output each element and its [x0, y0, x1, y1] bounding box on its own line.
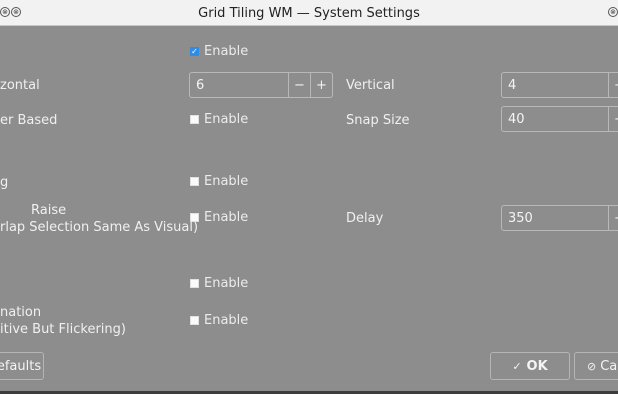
- raise-checkbox-row[interactable]: Enable: [190, 210, 248, 225]
- horizontal-label: zontal: [0, 78, 40, 93]
- enable-checkbox-label: Enable: [204, 44, 249, 59]
- animation-label: nation: [0, 305, 42, 320]
- snap-size-value[interactable]: 40: [502, 112, 608, 127]
- delay-spinbox[interactable]: 350 −: [501, 205, 618, 231]
- tiling-checkbox-label: Enable: [204, 174, 249, 189]
- vertical-value[interactable]: 4: [502, 78, 608, 93]
- tiling-checkbox[interactable]: [190, 177, 199, 186]
- option-checkbox-row[interactable]: Enable: [190, 276, 248, 291]
- ok-button-label: OK: [526, 358, 548, 374]
- ok-button[interactable]: ✓ OK: [490, 352, 570, 380]
- vertical-spinbox[interactable]: 4 −: [501, 72, 618, 98]
- defaults-button[interactable]: efaults: [0, 352, 44, 380]
- snap-size-label: Snap Size: [346, 113, 410, 128]
- raise-checkbox-label: Enable: [204, 210, 249, 225]
- cancel-icon: ⊘: [587, 359, 597, 373]
- border-based-checkbox[interactable]: [190, 115, 199, 124]
- animation-checkbox-row[interactable]: Enable: [190, 313, 248, 328]
- delay-decrement-button[interactable]: −: [608, 206, 618, 230]
- animation-sublabel: itive But Flickering): [0, 322, 126, 337]
- check-icon: ✓: [512, 359, 522, 373]
- border-based-label: er Based: [0, 113, 58, 128]
- defaults-button-label: efaults: [0, 358, 42, 374]
- raise-label: Raise: [31, 203, 67, 218]
- vertical-label: Vertical: [346, 78, 395, 93]
- cancel-button-label: Ca: [600, 358, 618, 374]
- animation-checkbox-label: Enable: [204, 313, 249, 328]
- settings-content: ✓ Enable zontal 6 − + Vertical 4 − er Ba…: [0, 26, 618, 394]
- settings-window: ⊗ ⊗ Grid Tiling WM — System Settings ⊗ ✓…: [0, 0, 618, 394]
- snap-size-spinbox[interactable]: 40 −: [501, 106, 618, 132]
- title-bar: ⊗ ⊗ Grid Tiling WM — System Settings ⊗: [0, 0, 618, 26]
- enable-checkbox-row[interactable]: ✓ Enable: [190, 44, 248, 59]
- window-close-icon[interactable]: ⊗: [608, 7, 618, 17]
- option-checkbox-label: Enable: [204, 276, 249, 291]
- cancel-button[interactable]: ⊘ Ca: [574, 352, 618, 380]
- snap-size-decrement-button[interactable]: −: [608, 107, 618, 131]
- animation-checkbox[interactable]: [190, 316, 199, 325]
- horizontal-increment-button[interactable]: +: [310, 73, 332, 97]
- border-based-checkbox-label: Enable: [204, 112, 249, 127]
- horizontal-value[interactable]: 6: [190, 78, 288, 93]
- delay-value[interactable]: 350: [502, 211, 608, 226]
- tiling-checkbox-row[interactable]: Enable: [190, 174, 248, 189]
- vertical-decrement-button[interactable]: −: [608, 73, 618, 97]
- tiling-label: g: [0, 175, 9, 190]
- raise-checkbox[interactable]: [190, 213, 199, 222]
- delay-label: Delay: [346, 211, 384, 226]
- option-checkbox[interactable]: [190, 279, 199, 288]
- border-based-checkbox-row[interactable]: Enable: [190, 112, 248, 127]
- horizontal-spinbox[interactable]: 6 − +: [189, 72, 333, 98]
- enable-checkbox[interactable]: ✓: [190, 47, 199, 56]
- raise-sublabel: rlap Selection Same As Visual): [0, 220, 199, 235]
- horizontal-decrement-button[interactable]: −: [288, 73, 310, 97]
- window-title: Grid Tiling WM — System Settings: [198, 6, 420, 21]
